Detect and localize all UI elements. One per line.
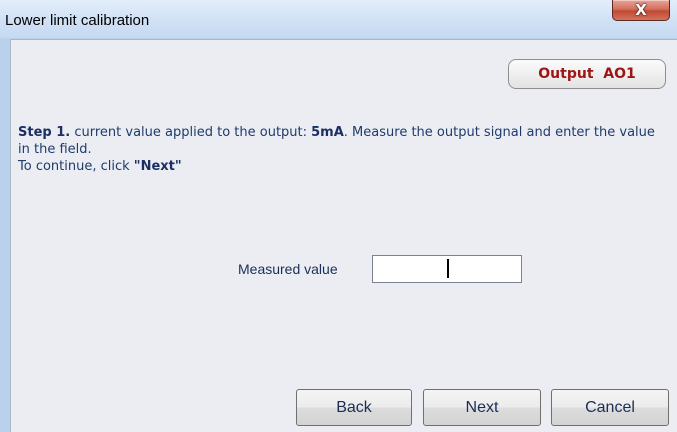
output-badge: Output AO1 [508, 59, 666, 89]
instruction-text-before: current value applied to the output: [70, 125, 312, 140]
measured-value-label: Measured value [238, 261, 338, 277]
calibration-dialog: Lower limit calibration X Output AO1 Ste… [0, 0, 677, 432]
continue-button-name: "Next" [133, 159, 182, 174]
text-caret [447, 259, 449, 278]
window-title: Lower limit calibration [5, 12, 150, 29]
back-button[interactable]: Back [296, 389, 412, 426]
close-icon: X [635, 0, 647, 19]
step-label: Step 1. [18, 125, 71, 140]
cancel-button[interactable]: Cancel [551, 389, 669, 426]
current-value: 5mA [311, 125, 344, 140]
close-button[interactable]: X [612, 0, 670, 21]
dialog-body: Output AO1 Step 1. current value applied… [10, 39, 677, 432]
continue-text: To continue, click [18, 159, 134, 174]
next-button[interactable]: Next [423, 389, 541, 426]
title-bar[interactable]: Lower limit calibration X [0, 0, 677, 38]
instructions-text: Step 1. current value applied to the out… [18, 124, 666, 175]
